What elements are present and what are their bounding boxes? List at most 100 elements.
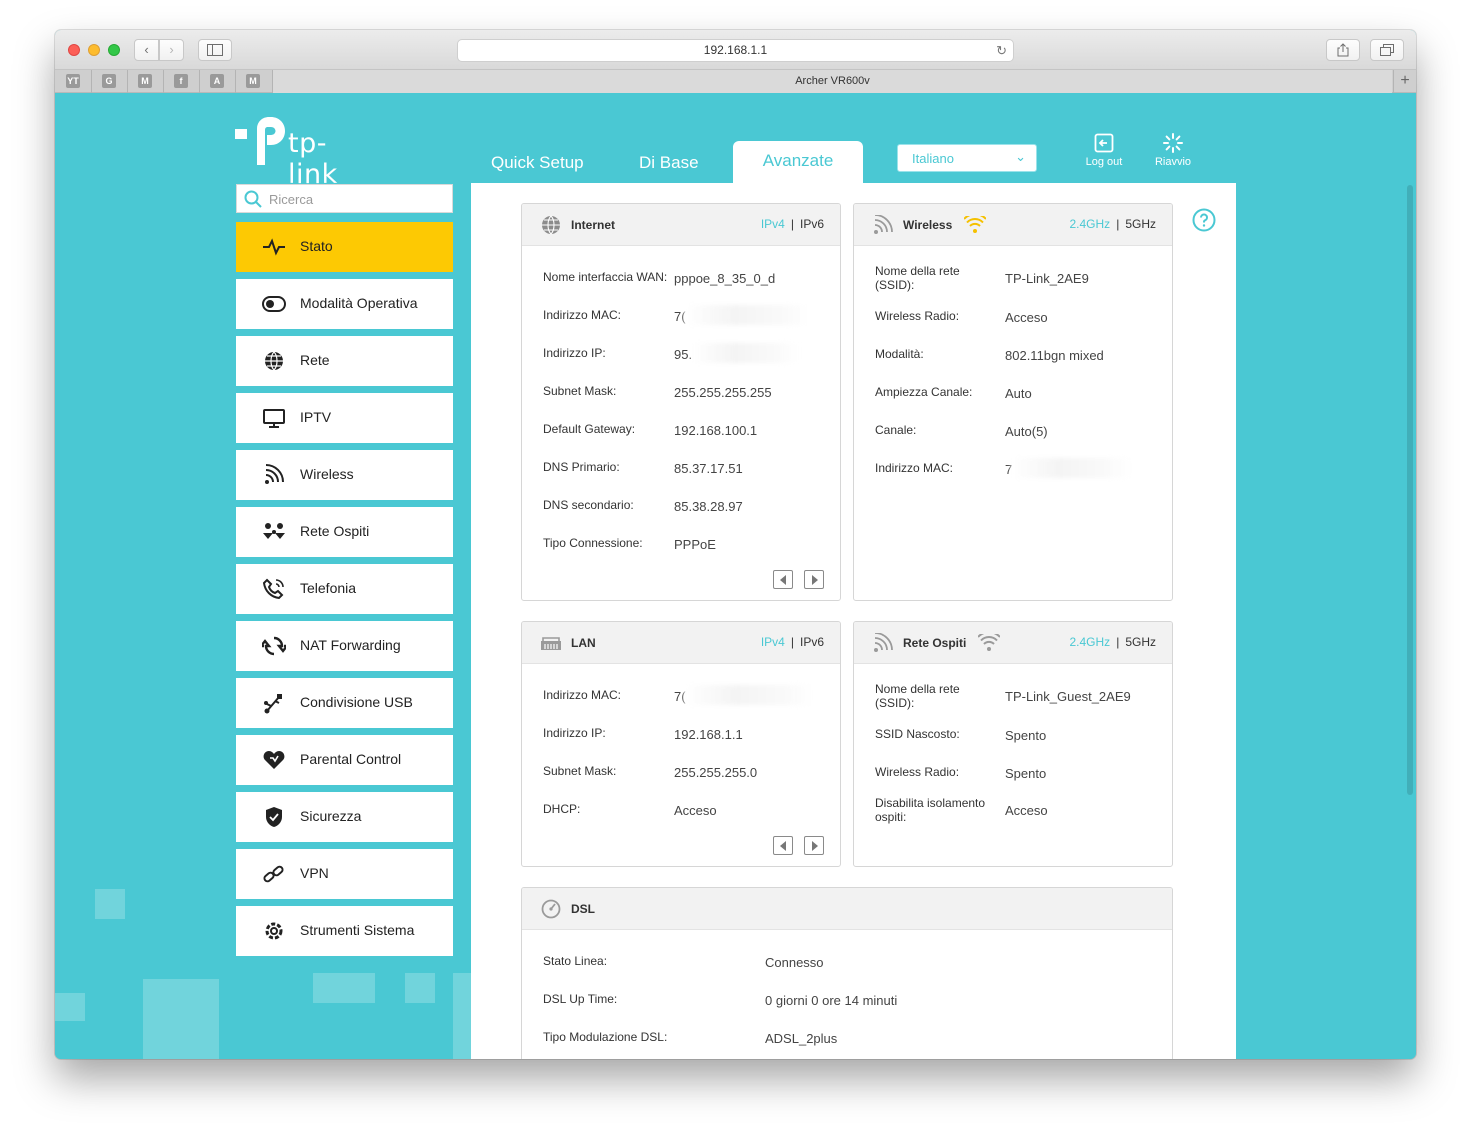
band-5ghz-link[interactable]: 5GHz [1125, 217, 1156, 231]
row-value: TP-Link_2AE9 [1005, 271, 1089, 286]
sidebar-item-label: Sicurezza [300, 808, 362, 824]
sidebar-item-label: Rete [300, 352, 330, 368]
row-value: 0 giorni 0 ore 14 minuti [765, 993, 898, 1008]
search-input[interactable] [269, 189, 444, 209]
band-5ghz-link[interactable]: 5GHz [1125, 635, 1156, 649]
ethernet-icon [541, 637, 561, 650]
row-label: Wireless Radio: [875, 765, 960, 779]
logo-text: tp-link [288, 128, 338, 190]
wifi-off-icon [978, 634, 1000, 651]
sidebar-item-label: NAT Forwarding [300, 637, 401, 653]
sidebar-item-rete[interactable]: Rete [236, 336, 453, 386]
search-icon [244, 190, 262, 208]
logout-label: Log out [1085, 156, 1123, 168]
sidebar-item-condivisione-usb[interactable]: Condivisione USB [236, 678, 453, 728]
row-label: Subnet Mask: [543, 384, 617, 398]
redacted-value [684, 305, 810, 325]
row-label: Modalità: [875, 347, 924, 361]
ipv6-link[interactable]: IPv6 [800, 217, 824, 231]
help-icon[interactable] [1192, 208, 1216, 232]
sidebar-item-label: Modalità Operativa [300, 295, 418, 311]
row-label: Indirizzo MAC: [543, 688, 622, 702]
row-label: Indirizzo IP: [543, 726, 606, 740]
monitor-icon [263, 409, 285, 428]
row-label: Wireless Radio: [875, 309, 960, 323]
wireless-panel-header: Wireless 2.4GHz | 5GHz [854, 204, 1172, 246]
logout-button[interactable]: Log out [1079, 133, 1129, 168]
sidebar-item-nat-forwarding[interactable]: NAT Forwarding [236, 621, 453, 671]
sidebar-item-label: Strumenti Sistema [300, 922, 415, 938]
browser-tab-active[interactable]: Archer VR600v [272, 70, 1392, 93]
forward-button[interactable]: › [159, 39, 184, 61]
usb-icon [264, 694, 282, 714]
url-text: 192.168.1.1 [703, 43, 768, 57]
dsl-panel: DSL Stato Linea: Connesso DSL Up Time: 0 g… [521, 887, 1173, 1059]
ip-version-switch: IPv4 | IPv6 [760, 635, 824, 649]
sidebar-item-sicurezza[interactable]: Sicurezza [236, 792, 453, 842]
favorite-youtube-icon[interactable]: YT [66, 74, 80, 88]
share-button[interactable] [1326, 39, 1360, 61]
nat-icon [262, 636, 286, 656]
sidebar-item-label: IPTV [300, 409, 332, 425]
new-tab-button[interactable]: + [1393, 70, 1416, 93]
favorite-google-icon[interactable]: G [102, 74, 116, 88]
sidebar-item-rete-ospiti[interactable]: Rete Ospiti [236, 507, 453, 557]
band-24ghz-link[interactable]: 2.4GHz [1070, 217, 1111, 231]
ipv6-link[interactable]: IPv6 [800, 635, 824, 649]
arrow-right-icon [812, 841, 818, 851]
row-value: 95. [674, 347, 693, 362]
tab-quick-setup[interactable]: Quick Setup [491, 153, 584, 173]
chevron-down-icon: ⌄ [1015, 149, 1026, 164]
favorite-m-icon[interactable]: M [246, 74, 260, 88]
decor-tile [55, 993, 85, 1021]
sidebar-item-stato[interactable]: Stato [236, 222, 453, 272]
favorite-a-icon[interactable]: A [210, 74, 224, 88]
sidebar-item-iptv[interactable]: IPTV [236, 393, 453, 443]
row-value: PPPoE [674, 537, 716, 552]
arrow-left-icon [780, 841, 786, 851]
row-value: Spento [1005, 766, 1047, 781]
sidebar-item-label: Rete Ospiti [300, 523, 370, 539]
address-bar[interactable]: 192.168.1.1 ↻ [457, 39, 1014, 62]
sidebar-item-strumenti-sistema[interactable]: Strumenti Sistema [236, 906, 453, 956]
next-page-button[interactable] [804, 836, 824, 855]
tab-di-base[interactable]: Di Base [639, 153, 699, 173]
back-button[interactable]: ‹ [134, 39, 159, 61]
wireless-panel-title: Wireless [903, 218, 953, 232]
chevron-left-icon: ‹ [144, 42, 149, 57]
browser-toolbar: ‹ › 192.168.1.1 ↻ [55, 30, 1416, 70]
sidebar-item-wireless[interactable]: Wireless [236, 450, 453, 500]
show-tabs-button[interactable] [1370, 39, 1404, 61]
sidebar-item-parental-control[interactable]: Parental Control [236, 735, 453, 785]
chevron-right-icon: › [169, 42, 174, 57]
ipv4-link[interactable]: IPv4 [761, 635, 785, 649]
shield-icon [266, 807, 282, 827]
redacted-value [692, 343, 798, 363]
sidebar-item-modalita-operativa[interactable]: Modalità Operativa [236, 279, 453, 329]
minimize-window-button[interactable] [88, 44, 100, 56]
tab-avanzate[interactable]: Avanzate [733, 141, 863, 185]
sidebar-toggle-button[interactable] [198, 39, 232, 61]
language-select[interactable]: Italiano ⌄ [897, 144, 1037, 172]
next-page-button[interactable] [804, 570, 824, 589]
decor-tile [405, 973, 435, 1003]
sidebar-item-vpn[interactable]: VPN [236, 849, 453, 899]
favorite-mail-icon[interactable]: M [138, 74, 152, 88]
wireless-panel: Wireless 2.4GHz | 5GHz Nome della rete (SS… [853, 203, 1173, 601]
prev-page-button[interactable] [773, 570, 793, 589]
row-label: Canale: [875, 423, 917, 437]
ipv4-link[interactable]: IPv4 [761, 217, 785, 231]
tp-link-logo[interactable]: tp-link [235, 113, 375, 190]
close-window-button[interactable] [68, 44, 80, 56]
page-scrollbar[interactable] [1407, 185, 1413, 795]
search-box[interactable] [236, 184, 453, 213]
row-label: Nome interfaccia WAN: [543, 270, 668, 284]
zoom-window-button[interactable] [108, 44, 120, 56]
sidebar-item-telefonia[interactable]: Telefonia [236, 564, 453, 614]
reboot-button[interactable]: Riavvio [1148, 133, 1198, 168]
band-24ghz-link[interactable]: 2.4GHz [1070, 635, 1111, 649]
reload-icon[interactable]: ↻ [996, 40, 1007, 61]
prev-page-button[interactable] [773, 836, 793, 855]
favorite-facebook-icon[interactable]: f [174, 74, 188, 88]
row-value: 802.11bgn mixed [1005, 348, 1104, 363]
